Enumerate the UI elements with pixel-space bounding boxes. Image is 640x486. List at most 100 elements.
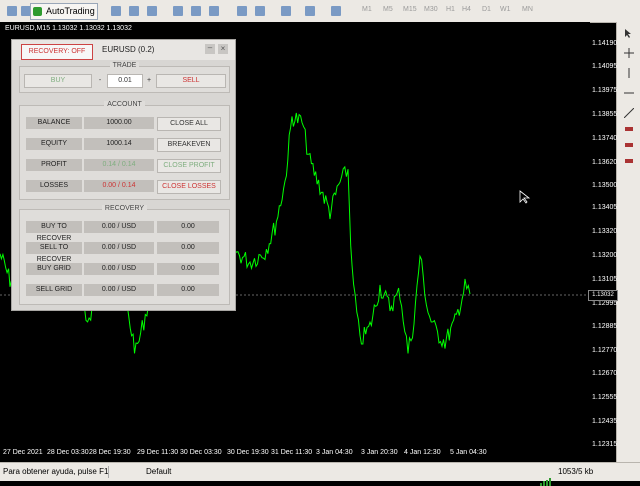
buy-to-recover-extra: 0.00: [157, 221, 219, 233]
cursor-icon[interactable]: [624, 28, 634, 38]
status-help-text: Para obtener ayuda, pulse F1: [3, 467, 109, 476]
time-tick-label: 31 Dec 11:30: [271, 449, 313, 456]
sell-to-recover-label: SELL TO RECOVER: [26, 242, 82, 263]
timeframe-h4[interactable]: H4: [462, 6, 471, 13]
templates-icon[interactable]: [328, 3, 344, 20]
autotrading-icon: [33, 7, 42, 16]
timeframe-d1[interactable]: D1: [482, 6, 491, 13]
timeframe-w1[interactable]: W1: [500, 6, 511, 13]
channel-icon[interactable]: [624, 124, 634, 134]
autotrading-label: AutoTrading: [46, 6, 95, 16]
main-toolbar: AutoTrading M1 M5 M15 M30 H1 H4 D1 W1 MN: [0, 0, 640, 23]
recovery-section-title: RECOVERY: [101, 205, 148, 212]
tile-windows-icon[interactable]: [206, 3, 222, 20]
sell-grid-label: SELL GRID: [26, 284, 82, 296]
status-bar: Para obtener ayuda, pulse F1 Default 105…: [0, 462, 640, 486]
time-tick-label: 30 Dec 03:30: [180, 449, 222, 456]
close-losses-button[interactable]: CLOSE LOSSES: [157, 180, 221, 194]
periods-icon[interactable]: [302, 3, 318, 20]
price-tick-label: 1.14190: [592, 40, 618, 47]
sell-grid-extra: 0.00: [157, 284, 219, 296]
sell-grid-value: 0.00 / USD: [84, 284, 154, 296]
profit-label: PROFIT: [26, 159, 82, 171]
sell-to-recover-extra: 0.00: [157, 242, 219, 254]
price-tick-label: 1.13975: [592, 87, 618, 94]
price-tick-label: 1.13740: [592, 135, 618, 142]
vertical-line-icon[interactable]: [624, 68, 634, 78]
timeframe-m5[interactable]: M5: [383, 6, 393, 13]
account-section-title: ACCOUNT: [104, 101, 145, 108]
time-tick-label: 3 Jan 04:30: [316, 449, 353, 456]
buy-grid-extra: 0.00: [157, 263, 219, 275]
account-section: ACCOUNT BALANCE 1000.00 CLOSE ALL EQUITY…: [19, 101, 230, 200]
autoscroll-icon[interactable]: [252, 3, 268, 20]
equity-value: 1000.14: [84, 138, 154, 150]
panel-header: RECOVERY: OFF EURUSD (0.2) – ×: [12, 40, 235, 60]
time-tick-label: 28 Dec 19:30: [89, 449, 131, 456]
price-tick-label: 1.13105: [592, 276, 618, 283]
recovery-toggle-button[interactable]: RECOVERY: OFF: [21, 44, 93, 60]
line-chart-icon[interactable]: [144, 3, 160, 20]
crosshair-icon[interactable]: [624, 48, 634, 58]
horizontal-line-icon[interactable]: [624, 88, 634, 98]
lot-increase-button[interactable]: +: [142, 74, 156, 88]
trade-section: TRADE BUY - 0.01 + SELL: [19, 62, 230, 93]
indicators-icon[interactable]: [278, 3, 294, 20]
timeframe-mn[interactable]: MN: [522, 6, 533, 13]
status-traffic: 1053/5 kb: [558, 467, 594, 476]
buy-to-recover-label: BUY TO RECOVER: [26, 221, 82, 242]
trade-panel: RECOVERY: OFF EURUSD (0.2) – × TRADE BUY…: [11, 39, 236, 311]
minimize-icon[interactable]: –: [205, 44, 215, 54]
bar-chart-icon[interactable]: [108, 3, 124, 20]
buy-grid-label: BUY GRID: [26, 263, 82, 275]
time-tick-label: 5 Jan 04:30: [450, 449, 487, 456]
breakeven-button[interactable]: BREAKEVEN: [157, 138, 221, 152]
lot-decrease-button[interactable]: -: [93, 74, 107, 88]
buy-grid-value: 0.00 / USD: [84, 263, 154, 275]
connection-status-icon: [540, 468, 554, 486]
close-all-button[interactable]: CLOSE ALL: [157, 117, 221, 131]
price-tick-label: 1.12435: [592, 418, 618, 425]
price-tick-label: 1.14095: [592, 63, 618, 70]
zoom-in-icon[interactable]: [170, 3, 186, 20]
price-tick-label: 1.13620: [592, 159, 618, 166]
balance-value: 1000.00: [84, 117, 154, 129]
zoom-out-icon[interactable]: [188, 3, 204, 20]
trendline-icon[interactable]: [624, 108, 634, 118]
time-tick-label: 29 Dec 11:30: [137, 449, 179, 456]
recovery-section: RECOVERY BUY TO RECOVER 0.00 / USD 0.00 …: [19, 205, 230, 305]
candlestick-icon[interactable]: [126, 3, 142, 20]
timeframe-m1[interactable]: M1: [362, 6, 372, 13]
buy-to-recover-value: 0.00 / USD: [84, 221, 154, 233]
close-profit-button[interactable]: CLOSE PROFIT: [157, 159, 221, 173]
balance-label: BALANCE: [26, 117, 82, 129]
time-tick-label: 30 Dec 19:30: [227, 449, 269, 456]
text-icon[interactable]: [624, 140, 634, 150]
price-tick-label: 1.12770: [592, 347, 618, 354]
price-tick-label: 1.13500: [592, 182, 618, 189]
buy-button[interactable]: BUY: [24, 74, 92, 88]
time-tick-label: 4 Jan 12:30: [404, 449, 441, 456]
sell-button[interactable]: SELL: [156, 74, 226, 88]
timeframe-h1[interactable]: H1: [446, 6, 455, 13]
equity-label: EQUITY: [26, 138, 82, 150]
status-profile: Default: [146, 467, 172, 476]
time-tick-label: 3 Jan 20:30: [361, 449, 398, 456]
drawing-tools-panel: [616, 22, 640, 462]
arrow-icon[interactable]: [624, 156, 634, 166]
price-tick-label: 1.12315: [592, 441, 618, 448]
price-tick-label: 1.12885: [592, 323, 618, 330]
price-tick-label: 1.13855: [592, 111, 618, 118]
time-tick-label: 28 Dec 03:30: [47, 449, 89, 456]
timeframe-m30[interactable]: M30: [424, 6, 438, 13]
timeframe-m15[interactable]: M15: [403, 6, 417, 13]
close-icon[interactable]: ×: [218, 44, 228, 54]
losses-label: LOSSES: [26, 180, 82, 192]
current-price-label: 1.13032: [588, 290, 618, 301]
lot-size-input[interactable]: 0.01: [107, 74, 143, 88]
sell-to-recover-value: 0.00 / USD: [84, 242, 154, 254]
chart-title: EURUSD,M15 1.13032 1.13032 1.13032: [5, 25, 132, 32]
chart-shift-icon[interactable]: [234, 3, 250, 20]
autotrading-button[interactable]: AutoTrading: [30, 3, 98, 20]
panel-symbol-label: EURUSD (0.2): [102, 45, 155, 54]
